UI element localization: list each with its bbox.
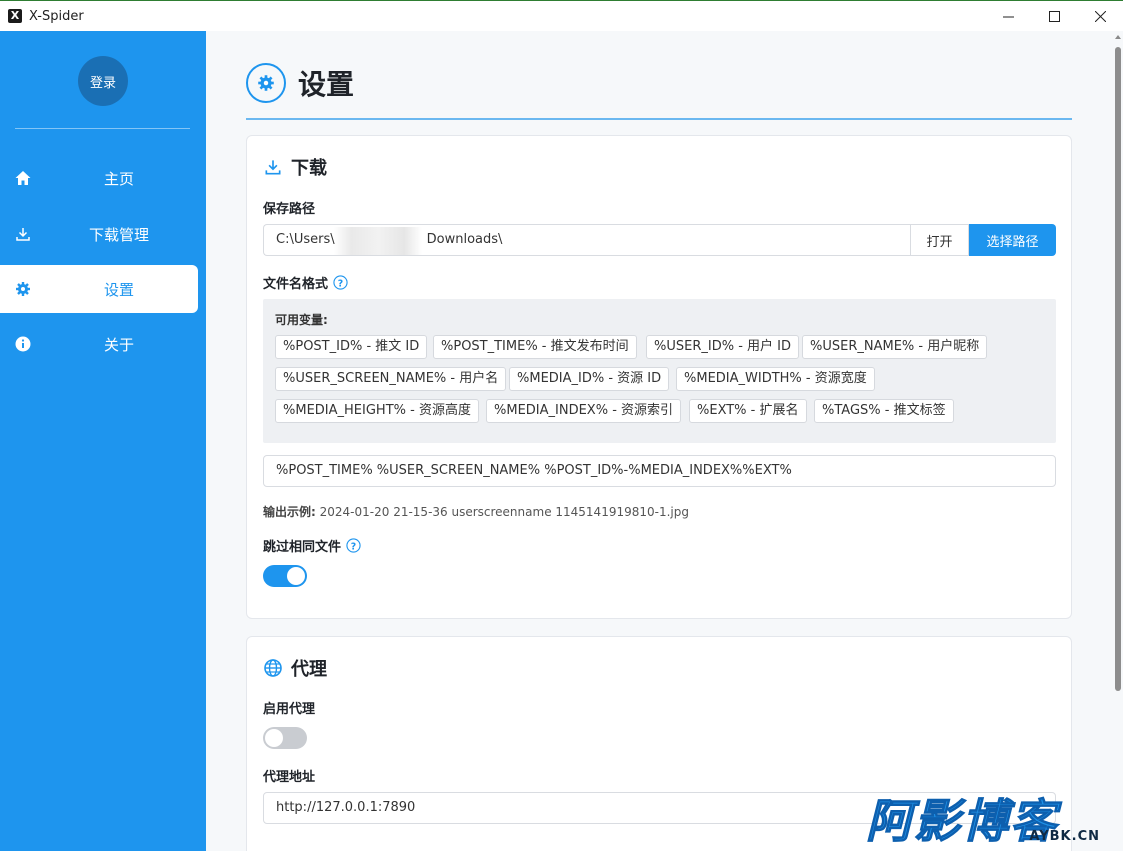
available-variables-box: 可用变量: %POST_ID% - 推文 ID %POST_TIME% - 推文…	[263, 299, 1056, 443]
info-icon	[15, 336, 31, 352]
page-title: 设置	[298, 68, 355, 101]
variable-tag[interactable]: %MEDIA_WIDTH% - 资源宽度	[676, 367, 875, 391]
app-logo-icon: X	[8, 9, 22, 23]
sidebar-item-settings[interactable]: 设置	[0, 265, 198, 313]
variable-tag[interactable]: %USER_SCREEN_NAME% - 用户名	[275, 367, 507, 391]
skip-same-files-toggle[interactable]	[263, 565, 307, 587]
main-content: 设置 下载 保存路径 C:\Users\ Downloads\ 打开 选择路径 文…	[206, 31, 1113, 851]
sidebar-item-label: 设置	[103, 280, 134, 299]
filename-format-label: 文件名格式 ?	[263, 273, 348, 292]
svg-text:?: ?	[338, 278, 343, 289]
sidebar-item-label: 关于	[103, 335, 134, 354]
page-header: 设置	[246, 61, 354, 105]
filename-format-label-text: 文件名格式	[263, 277, 329, 292]
scroll-up-arrow-icon[interactable]	[1115, 35, 1121, 39]
redaction-blur	[334, 227, 422, 255]
vertical-scrollbar[interactable]	[1113, 31, 1123, 851]
example-value: 2024-01-20 21-15-36 userscreenname 11451…	[319, 505, 689, 519]
title-bar: X X-Spider	[0, 0, 1123, 31]
sidebar: 登录 主页 下载管理 设置 关于	[0, 31, 206, 851]
save-path-suffix: Downloads\	[426, 232, 503, 247]
login-avatar[interactable]: 登录	[78, 56, 128, 106]
sidebar-item-label: 下载管理	[88, 225, 149, 244]
save-path-input[interactable]: C:\Users\ Downloads\	[263, 224, 910, 256]
enable-proxy-label: 启用代理	[263, 698, 315, 717]
minimize-button[interactable]	[985, 1, 1031, 31]
sidebar-item-downloads[interactable]: 下载管理	[0, 210, 198, 258]
output-example: 输出示例: 2024-01-20 21-15-36 userscreenname…	[263, 503, 689, 520]
proxy-title-text: 代理	[291, 659, 327, 680]
save-path-prefix: C:\Users\	[276, 232, 335, 247]
variable-tag[interactable]: %POST_ID% - 推文 ID	[275, 335, 428, 359]
save-path-label-text: 保存路径	[263, 202, 316, 217]
variable-tag[interactable]: %USER_NAME% - 用户昵称	[802, 335, 988, 359]
enable-proxy-label-text: 启用代理	[263, 702, 316, 717]
download-icon	[265, 160, 281, 175]
scrollbar-thumb[interactable]	[1115, 47, 1121, 691]
save-path-row: C:\Users\ Downloads\ 打开 选择路径	[263, 224, 1056, 256]
sidebar-divider	[15, 128, 190, 129]
download-settings-card: 下载 保存路径 C:\Users\ Downloads\ 打开 选择路径 文件名格…	[246, 135, 1072, 619]
gear-icon	[16, 282, 30, 296]
settings-header-icon	[246, 63, 286, 103]
close-button[interactable]	[1077, 1, 1123, 31]
globe-icon	[264, 659, 282, 677]
close-icon	[1094, 10, 1106, 22]
sidebar-item-label: 主页	[103, 169, 134, 188]
proxy-address-label: 代理地址	[263, 766, 315, 785]
maximize-icon	[1048, 10, 1060, 22]
help-icon[interactable]: ?	[346, 538, 361, 553]
download-section-title: 下载	[263, 154, 327, 180]
variable-tag[interactable]: %USER_ID% - 用户 ID	[646, 335, 799, 359]
variable-tag[interactable]: %MEDIA_ID% - 资源 ID	[509, 367, 670, 391]
save-path-label: 保存路径	[263, 198, 315, 217]
window-controls	[985, 1, 1123, 31]
minimize-icon	[1002, 16, 1014, 17]
home-icon	[15, 171, 31, 185]
gear-icon	[258, 75, 274, 91]
example-label: 输出示例:	[263, 505, 316, 519]
maximize-button[interactable]	[1031, 1, 1077, 31]
skip-same-files-label: 跳过相同文件 ?	[263, 536, 361, 555]
download-icon	[16, 228, 30, 241]
download-title-text: 下载	[291, 158, 327, 179]
skip-same-files-label-text: 跳过相同文件	[263, 540, 342, 555]
proxy-section-title: 代理	[263, 655, 327, 681]
proxy-address-label-text: 代理地址	[263, 770, 316, 785]
watermark-logo: 阿影博客 AYBK.CN	[866, 785, 1106, 849]
help-icon[interactable]: ?	[333, 275, 348, 290]
sidebar-item-home[interactable]: 主页	[0, 154, 198, 202]
choose-path-button[interactable]: 选择路径	[969, 224, 1056, 256]
toggle-knob	[265, 729, 283, 747]
sidebar-item-about[interactable]: 关于	[0, 320, 198, 368]
enable-proxy-toggle[interactable]	[263, 727, 307, 749]
svg-text:?: ?	[351, 541, 356, 552]
filename-format-input[interactable]: %POST_TIME% %USER_SCREEN_NAME% %POST_ID%…	[263, 455, 1056, 487]
variable-tag[interactable]: %TAGS% - 推文标签	[814, 399, 954, 423]
toggle-knob	[287, 567, 305, 585]
variable-tag[interactable]: %EXT% - 扩展名	[689, 399, 807, 423]
watermark-domain: AYBK.CN	[1029, 829, 1100, 844]
variable-tag[interactable]: %MEDIA_HEIGHT% - 资源高度	[275, 399, 479, 423]
variables-title: 可用变量:	[275, 313, 328, 327]
variable-tag[interactable]: %POST_TIME% - 推文发布时间	[433, 335, 637, 359]
variable-tag[interactable]: %MEDIA_INDEX% - 资源索引	[486, 399, 682, 423]
header-divider	[246, 118, 1072, 120]
window-title: X-Spider	[29, 8, 84, 24]
open-folder-button[interactable]: 打开	[910, 224, 969, 256]
